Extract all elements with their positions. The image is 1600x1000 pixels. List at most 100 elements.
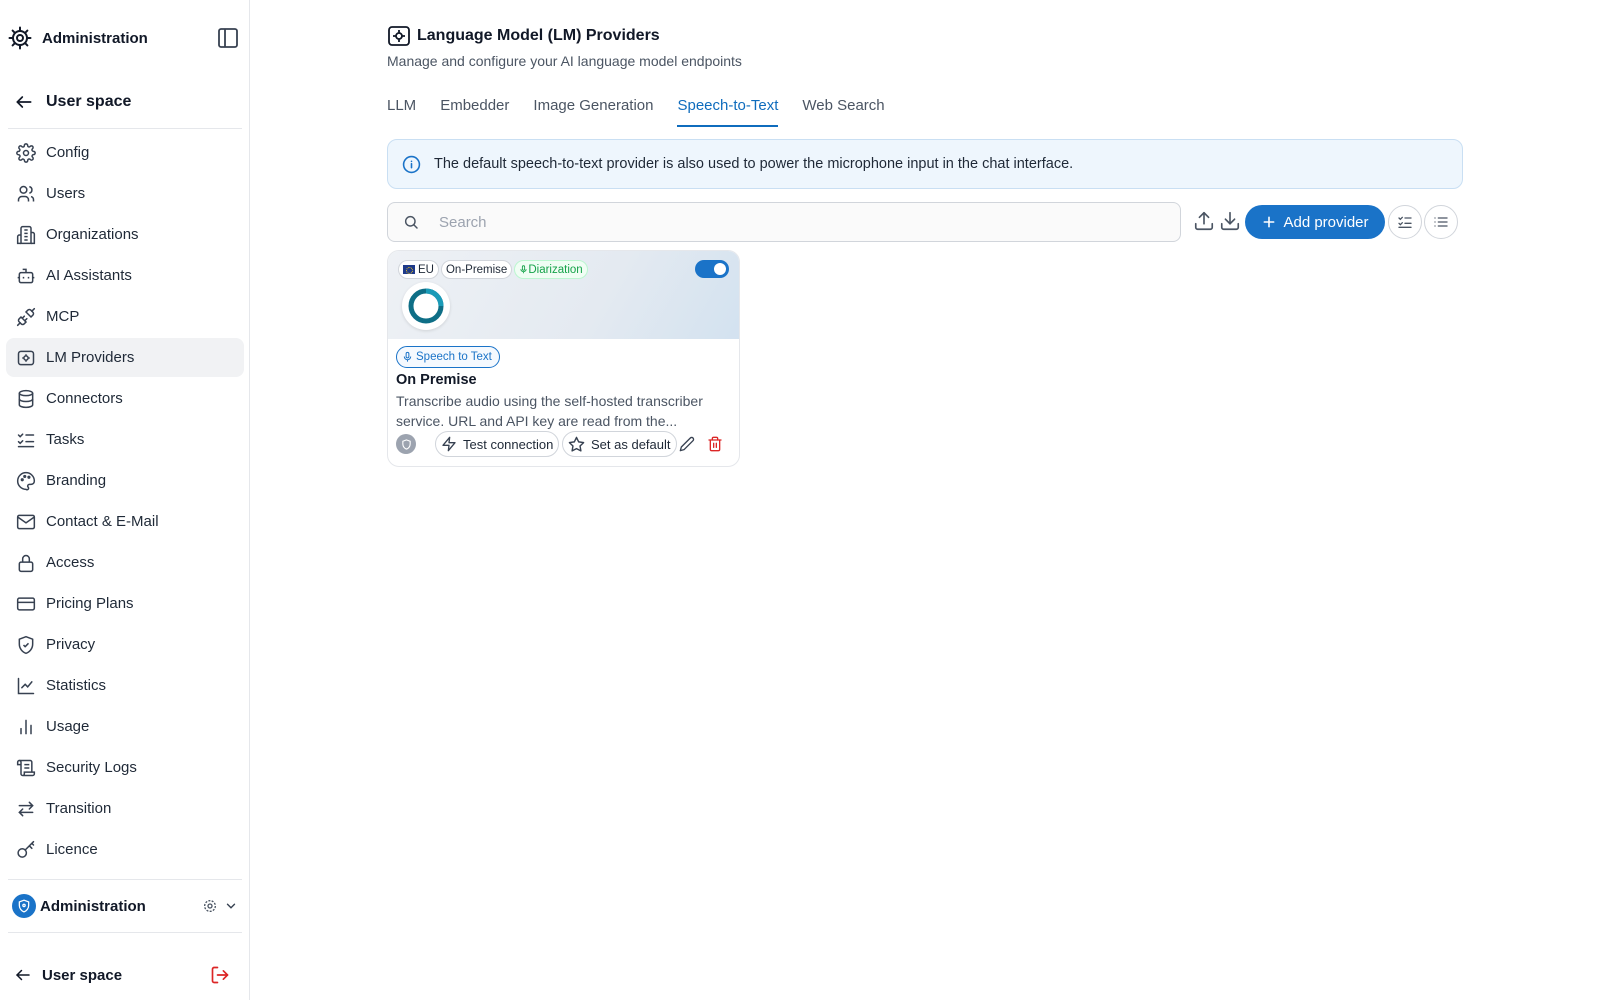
- info-banner: The default speech-to-text provider is a…: [387, 139, 1463, 189]
- sidebar-item-label: Usage: [46, 718, 90, 735]
- add-provider-label: Add provider: [1283, 213, 1369, 231]
- chip-hosting: On-Premise: [440, 260, 513, 279]
- sidebar-nav: Config Users Organizations AI Assistants…: [6, 133, 244, 871]
- test-connection-button[interactable]: Test connection: [435, 431, 560, 457]
- search-icon: [403, 214, 419, 230]
- trash-icon[interactable]: [707, 436, 723, 452]
- add-provider-button[interactable]: Add provider: [1245, 205, 1385, 239]
- sidebar-divider: [8, 879, 242, 880]
- sidebar-item-label: Pricing Plans: [46, 595, 134, 612]
- chip-region: EU: [398, 260, 439, 279]
- tab-speech-to-text[interactable]: Speech-to-Text: [677, 97, 779, 127]
- sidebar-item-label: Security Logs: [46, 759, 137, 776]
- sidebar-item-usage[interactable]: Usage: [6, 707, 244, 746]
- info-icon: [402, 155, 421, 174]
- chevron-down-icon[interactable]: [224, 899, 238, 913]
- page-header: Language Model (LM) Providers: [387, 24, 660, 48]
- back-to-user-space[interactable]: User space: [14, 92, 131, 112]
- sidebar-item-lm-providers[interactable]: LM Providers: [6, 338, 244, 377]
- provider-title: On Premise: [396, 372, 477, 388]
- star-icon: [568, 436, 585, 453]
- logout-icon[interactable]: [210, 965, 230, 985]
- search-input[interactable]: [439, 213, 1139, 231]
- type-badge: Speech to Text: [396, 346, 500, 368]
- sidebar-footer: User space: [14, 963, 230, 987]
- tab-embedder[interactable]: Embedder: [440, 97, 509, 127]
- key-icon: [16, 840, 36, 860]
- chip-feature: Diarization: [514, 260, 588, 279]
- sidebar-item-label: LM Providers: [46, 349, 135, 366]
- sidebar-item-statistics[interactable]: Statistics: [6, 666, 244, 705]
- card-header: EU On-Premise Diarization: [388, 251, 739, 339]
- sidebar-item-contact-email[interactable]: Contact & E-Mail: [6, 502, 244, 541]
- sidebar-item-label: Branding: [46, 472, 107, 489]
- tab-llm[interactable]: LLM: [387, 97, 416, 127]
- set-default-button[interactable]: Set as default: [562, 431, 677, 457]
- select-mode-button[interactable]: [1388, 205, 1422, 239]
- sidebar-item-label: Access: [46, 554, 95, 571]
- users-icon: [16, 184, 36, 204]
- sidebar-item-tasks[interactable]: Tasks: [6, 420, 244, 459]
- org-switcher[interactable]: Administration: [12, 893, 238, 919]
- card-chips: EU On-Premise Diarization: [398, 260, 590, 279]
- bar-chart-icon: [16, 717, 36, 737]
- mic-icon: [519, 264, 528, 275]
- tab-web-search[interactable]: Web Search: [802, 97, 884, 127]
- arrow-left-icon[interactable]: [14, 966, 32, 984]
- edit-icon[interactable]: [679, 436, 695, 452]
- sidebar-item-access[interactable]: Access: [6, 543, 244, 582]
- model-icon: [16, 348, 36, 368]
- palette-icon: [16, 471, 36, 491]
- org-shield-icon: [12, 894, 36, 918]
- sidebar-collapse-icon[interactable]: [216, 26, 240, 50]
- sidebar-item-label: Organizations: [46, 226, 139, 243]
- database-icon: [16, 389, 36, 409]
- plug-icon: [16, 307, 36, 327]
- sidebar-item-label: Tasks: [46, 431, 85, 448]
- org-label: Administration: [40, 897, 146, 915]
- upload-icon[interactable]: [1193, 210, 1217, 234]
- sidebar-item-connectors[interactable]: Connectors: [6, 379, 244, 418]
- sidebar-item-config[interactable]: Config: [6, 133, 244, 172]
- sidebar-item-mcp[interactable]: MCP: [6, 297, 244, 336]
- tab-image-generation[interactable]: Image Generation: [533, 97, 653, 127]
- sidebar-item-label: Users: [46, 185, 86, 202]
- sidebar: Administration User space Config Users O…: [0, 0, 250, 1000]
- sidebar-item-label: Contact & E-Mail: [46, 513, 159, 530]
- sidebar-item-branding[interactable]: Branding: [6, 461, 244, 500]
- provider-card[interactable]: EU On-Premise Diarization Speech to Text…: [387, 250, 740, 467]
- shield-icon: [396, 434, 416, 454]
- sidebar-item-transition[interactable]: Transition: [6, 789, 244, 828]
- sidebar-item-users[interactable]: Users: [6, 174, 244, 213]
- credit-card-icon: [16, 594, 36, 614]
- arrow-left-icon: [14, 92, 34, 112]
- sidebar-item-label: Transition: [46, 800, 112, 817]
- sidebar-title: Administration: [42, 29, 148, 47]
- sidebar-divider: [8, 932, 242, 933]
- sidebar-item-label: Licence: [46, 841, 98, 858]
- provider-description: Transcribe audio using the self-hosted t…: [396, 393, 703, 429]
- list-view-button[interactable]: [1424, 205, 1458, 239]
- sidebar-item-ai-assistants[interactable]: AI Assistants: [6, 256, 244, 295]
- provider-tabs: LLM Embedder Image Generation Speech-to-…: [387, 97, 909, 127]
- gear-icon[interactable]: [202, 898, 218, 914]
- user-space-link[interactable]: User space: [42, 967, 122, 984]
- gear-icon: [8, 26, 32, 50]
- list-checks-icon: [16, 430, 36, 450]
- sidebar-item-label: AI Assistants: [46, 267, 132, 284]
- sidebar-item-privacy[interactable]: Privacy: [6, 625, 244, 664]
- sidebar-item-pricing-plans[interactable]: Pricing Plans: [6, 584, 244, 623]
- sidebar-item-security-logs[interactable]: Security Logs: [6, 748, 244, 787]
- provider-enabled-toggle[interactable]: [695, 260, 729, 278]
- sidebar-divider: [8, 128, 242, 129]
- chart-line-icon: [16, 676, 36, 696]
- sidebar-item-organizations[interactable]: Organizations: [6, 215, 244, 254]
- bot-icon: [16, 266, 36, 286]
- gear-icon: [16, 142, 36, 163]
- sidebar-header: Administration: [8, 24, 240, 52]
- sidebar-item-licence[interactable]: Licence: [6, 830, 244, 869]
- eu-flag-icon: [403, 265, 415, 274]
- zap-icon: [441, 436, 457, 452]
- download-icon[interactable]: [1219, 210, 1243, 234]
- list-checks-icon: [1397, 214, 1413, 230]
